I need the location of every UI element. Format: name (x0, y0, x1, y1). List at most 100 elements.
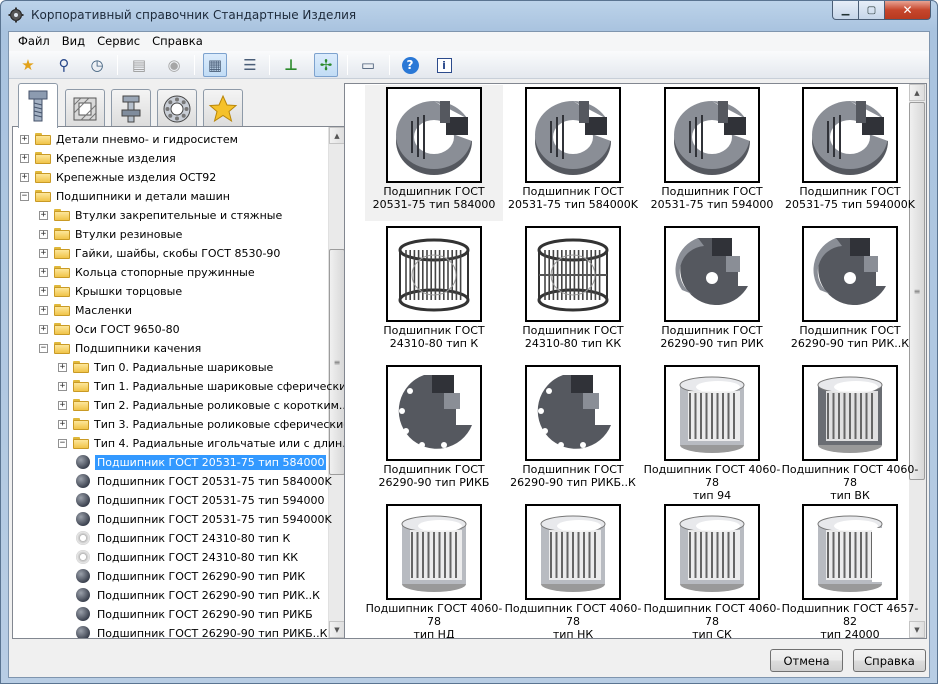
tree-folder[interactable]: + Тип 1. Радиальные шариковые сферические (13, 377, 345, 396)
catalog-item[interactable]: Подшипник ГОСТ 4060-78 тип ВК (781, 363, 919, 502)
folder-icon (73, 361, 89, 373)
tree-item[interactable]: Подшипник ГОСТ 26290-90 тип РИКБ (13, 605, 329, 624)
expand-icon[interactable]: + (39, 249, 48, 258)
catalog-item[interactable]: Подшипник ГОСТ 4060-78 тип 94 (643, 363, 781, 502)
tree-folder[interactable]: + Гайки, шайбы, скобы ГОСТ 8530-90 (13, 244, 329, 263)
menu-view[interactable]: Вид (56, 32, 91, 51)
catalog-item-label-line2: тип 24000 (820, 628, 880, 639)
tree-folder[interactable]: − Подшипники и детали машин (13, 187, 329, 206)
minimize-button[interactable]: ▁ (832, 1, 859, 20)
expand-icon[interactable]: + (39, 230, 48, 239)
folder-icon (54, 266, 70, 278)
tree-item[interactable]: Подшипник ГОСТ 24310-80 тип К (13, 529, 329, 548)
tree-folder[interactable]: − Подшипники качения (13, 339, 329, 358)
expand-icon[interactable]: + (39, 287, 48, 296)
close-button[interactable]: ✕ (885, 1, 931, 20)
tree-item-label: Подшипник ГОСТ 20531-75 тип 594000K (97, 513, 332, 526)
catalog-item[interactable]: Подшипник ГОСТ 26290-90 тип РИК..К (781, 224, 919, 360)
tree-item[interactable]: Подшипник ГОСТ 20531-75 тип 594000K (13, 510, 332, 529)
cancel-button[interactable]: Отмена (770, 649, 843, 672)
tree-scroll-up[interactable]: ▲ (329, 127, 345, 144)
tree-item-label: Подшипник ГОСТ 24310-80 тип К (97, 532, 291, 545)
catalog-item[interactable]: Подшипник ГОСТ 20531-75 тип 594000 (643, 85, 781, 221)
tree-item[interactable]: Подшипник ГОСТ 26290-90 тип РИК..К (13, 586, 329, 605)
tree-folder[interactable]: + Крышки торцовые (13, 282, 329, 301)
expand-icon[interactable]: + (58, 420, 67, 429)
tab-assemblies[interactable] (111, 89, 151, 127)
tree-item[interactable]: Подшипник ГОСТ 24310-80 тип КК (13, 548, 329, 567)
collapse-icon[interactable]: − (58, 439, 67, 448)
help-button[interactable]: ? (398, 53, 422, 77)
tree-folder[interactable]: + Тип 2. Радиальные роликовые с коротким.… (13, 396, 345, 415)
tree-folder[interactable]: + Оси ГОСТ 9650-80 (13, 320, 329, 339)
collapse-icon[interactable]: − (39, 344, 48, 353)
tree-folder[interactable]: + Втулки закрепительные и стяжные (13, 206, 329, 225)
catalog-item[interactable]: Подшипник ГОСТ 4657-82 тип 24000 (781, 502, 919, 638)
catalog-item[interactable]: Подшипник ГОСТ 26290-90 тип РИК (643, 224, 781, 360)
help-button[interactable]: Справка (853, 649, 926, 672)
axes-3d-button[interactable]: ✢ (314, 53, 338, 77)
tree-folder[interactable]: + Детали пневмо- и гидросистем (13, 130, 329, 149)
catalog-item[interactable]: Подшипник ГОСТ 20531-75 тип 594000K (781, 85, 919, 221)
tree-item[interactable]: Подшипник ГОСТ 20531-75 тип 584000 (13, 453, 329, 472)
tree-folder[interactable]: − Тип 4. Радиальные игольчатые или с длин… (13, 434, 345, 453)
tree-folder[interactable]: + Крепежные изделия ОСТ92 (13, 168, 329, 187)
tab-favorites[interactable] (203, 89, 243, 127)
tree-folder[interactable]: + Кольца стопорные пружинные (13, 263, 329, 282)
menu-file[interactable]: Файл (12, 32, 56, 51)
catalog-item-label: Подшипник ГОСТ 26290-90 тип РИК (637, 324, 787, 350)
model-disabled-button[interactable]: ◉ (162, 53, 186, 77)
tree-folder[interactable]: + Втулки резиновые (13, 225, 329, 244)
expand-icon[interactable]: + (39, 211, 48, 220)
tab-bearings[interactable] (157, 89, 197, 127)
tree-item[interactable]: Подшипник ГОСТ 26290-90 тип РИКБ..К (13, 624, 329, 638)
history-clock-button[interactable]: ◷ (85, 53, 109, 77)
tab-profiles[interactable] (65, 89, 105, 127)
maximize-button[interactable]: ▢ (859, 1, 885, 20)
expand-icon[interactable]: + (39, 325, 48, 334)
save-disabled-button[interactable]: ▤ (127, 53, 151, 77)
tree-item[interactable]: Подшипник ГОСТ 20531-75 тип 594000 (13, 491, 329, 510)
catalog-item[interactable]: Подшипник ГОСТ 26290-90 тип РИКБ..К (504, 363, 642, 499)
folder-icon (54, 342, 70, 354)
expand-icon[interactable]: + (20, 135, 29, 144)
tree-folder[interactable]: + Масленки (13, 301, 329, 320)
view-thumbnails-button[interactable]: ▦ (203, 53, 227, 77)
tree-item[interactable]: Подшипник ГОСТ 20531-75 тип 584000K (13, 472, 332, 491)
catalog-item[interactable]: Подшипник ГОСТ 4060-78 тип СК (643, 502, 781, 638)
tab-fasteners[interactable] (18, 83, 58, 128)
properties-button[interactable]: ▭ (356, 53, 380, 77)
tree-item-label: Оси ГОСТ 9650-80 (75, 323, 180, 336)
catalog-item[interactable]: Подшипник ГОСТ 20531-75 тип 584000K (504, 85, 642, 221)
info-button[interactable]: i (432, 53, 456, 77)
catalog-item[interactable]: Подшипник ГОСТ 24310-80 тип КК (504, 224, 642, 360)
catalog-item[interactable]: Подшипник ГОСТ 26290-90 тип РИКБ (365, 363, 503, 499)
title-bar[interactable]: Корпоративный справочник Стандартные Изд… (1, 1, 937, 31)
catalog-item[interactable]: Подшипник ГОСТ 20531-75 тип 584000 (365, 85, 503, 221)
expand-icon[interactable]: + (58, 363, 67, 372)
menu-service[interactable]: Сервис (91, 32, 146, 51)
view-list-button[interactable]: ☰ (238, 53, 262, 77)
tree-item[interactable]: Подшипник ГОСТ 26290-90 тип РИК (13, 567, 329, 586)
expand-icon[interactable]: + (39, 306, 48, 315)
catalog-item[interactable]: Подшипник ГОСТ 4060-78 тип НК (504, 502, 642, 638)
expand-icon[interactable]: + (58, 382, 67, 391)
tree-folder[interactable]: + Тип 3. Радиальные роликовые сферические (13, 415, 345, 434)
search-binoculars-button[interactable]: ⚲ (52, 53, 76, 77)
tree-folder[interactable]: + Крепежные изделия (13, 149, 329, 168)
tree-item-label: Тип 2. Радиальные роликовые с коротким..… (94, 399, 346, 412)
collapse-icon[interactable]: − (20, 192, 29, 201)
expand-icon[interactable]: + (58, 401, 67, 410)
expand-icon[interactable]: + (39, 268, 48, 277)
menu-help[interactable]: Справка (146, 32, 209, 51)
catalog-tree: ▲ ≡ ▼ + Детали пневмо- и гидросистем + Креп… (12, 126, 346, 639)
tree-folder[interactable]: + Тип 0. Радиальные шариковые (13, 358, 329, 377)
tree-scroll-down[interactable]: ▼ (329, 621, 345, 638)
expand-icon[interactable]: + (20, 154, 29, 163)
expand-icon[interactable]: + (20, 173, 29, 182)
catalog-item[interactable]: Подшипник ГОСТ 24310-80 тип К (365, 224, 503, 360)
catalog-item[interactable]: Подшипник ГОСТ 4060-78 тип НД (365, 502, 503, 638)
axes-2d-button[interactable]: ⊥ (279, 53, 303, 77)
bolt-icon (28, 90, 48, 122)
add-favorite-button[interactable]: ★ (16, 53, 40, 77)
